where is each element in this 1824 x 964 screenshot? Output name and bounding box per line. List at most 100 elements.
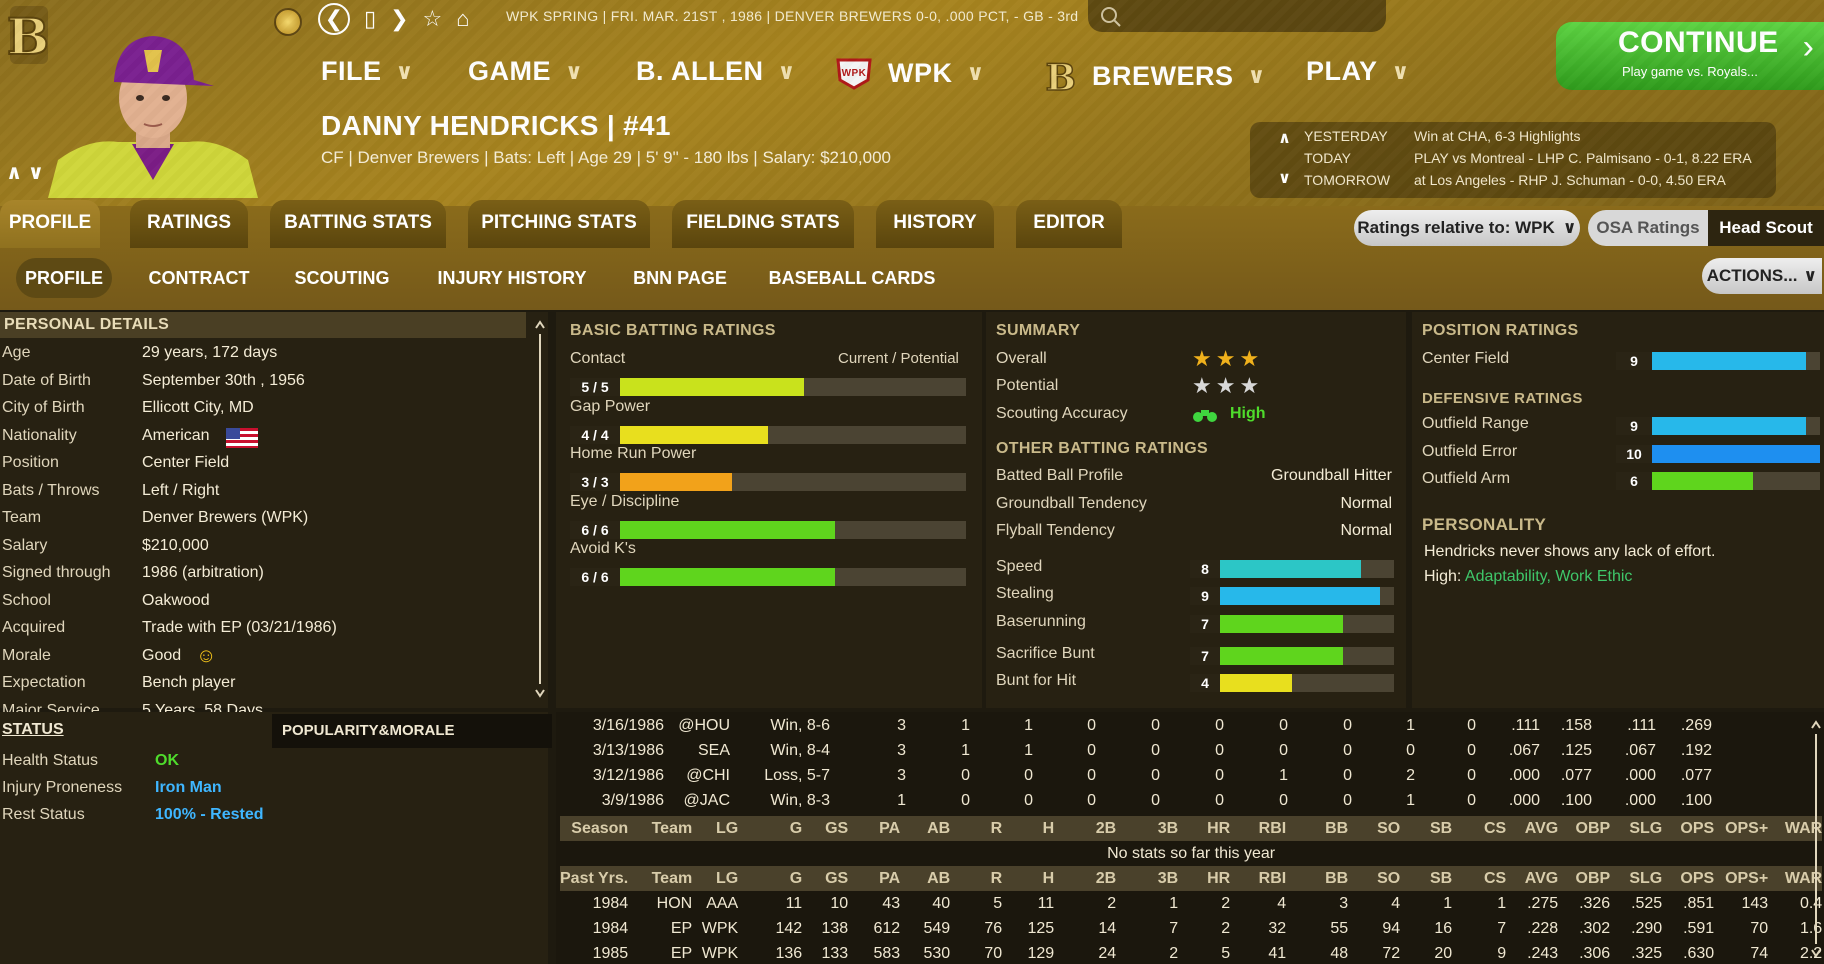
stat-header-cell[interactable]: SB: [1400, 866, 1452, 891]
stat-header-cell[interactable]: RBI: [1230, 866, 1287, 891]
detail-value[interactable]: Denver Brewers (WPK): [142, 509, 308, 527]
game-log-row[interactable]: 3/16/1986 @HOU Win, 8-6 3 1 1 0 0 0 0 0 1 0 .111 .158.…: [560, 713, 1712, 738]
toggle-osa-ratings[interactable]: OSA Ratings: [1588, 210, 1708, 246]
stat-header-cell[interactable]: OBP: [1558, 866, 1611, 891]
stat-header-cell[interactable]: 2B: [1054, 816, 1116, 841]
stat-header-cell[interactable]: OBP: [1558, 816, 1611, 841]
schedule-yesterday[interactable]: YESTERDAY Win at CHA, 6-3 Highlights: [1304, 128, 1581, 144]
detail-value[interactable]: Ellicott City, MD: [142, 399, 254, 417]
subtab-baseball-cards[interactable]: BASEBALL CARDS: [762, 258, 942, 298]
star-icon[interactable]: ☆: [423, 2, 443, 36]
menu-league[interactable]: WPK WPK ∨: [834, 56, 985, 90]
stat-header-cell[interactable]: OPS+: [1714, 866, 1768, 891]
stat-header-cell[interactable]: SLG: [1610, 816, 1662, 841]
stat-header-cell[interactable]: GS: [802, 816, 848, 841]
ratings-source-toggle[interactable]: OSA Ratings Head Scout: [1588, 210, 1824, 246]
bookmark-icon[interactable]: ▯: [364, 2, 376, 36]
tab-profile[interactable]: PROFILE: [0, 200, 100, 248]
game-log-cell: 0: [1279, 741, 1288, 759]
stat-header-cell[interactable]: SO: [1348, 866, 1400, 891]
game-log-row[interactable]: 3/12/1986 @CHI Loss, 5-7 3 0 0 0 0 0 1 0 2 0 .000 .077…: [560, 763, 1712, 788]
stat-header-cell[interactable]: SB: [1400, 816, 1452, 841]
subtab-injury-history[interactable]: INJURY HISTORY: [426, 258, 598, 298]
stat-header-cell[interactable]: SLG: [1610, 866, 1662, 891]
home-icon[interactable]: ⌂: [456, 2, 469, 36]
stat-header-cell[interactable]: OPS: [1662, 866, 1714, 891]
popularity-morale-tab[interactable]: POPULARITY&MORALE: [272, 714, 552, 748]
past-year-row[interactable]: 1984 HON AAA 11 10 43 40 5 11 2 1 2 4 3 4 1 1.275.326.52…: [560, 891, 1823, 916]
stat-header-cell[interactable]: 2B: [1054, 866, 1116, 891]
stat-header-cell[interactable]: SO: [1348, 816, 1400, 841]
personal-scrollbar[interactable]: [534, 318, 546, 702]
tab-batting-stats[interactable]: BATTING STATS: [270, 200, 446, 248]
stat-header-cell[interactable]: BB: [1286, 816, 1348, 841]
stat-header-cell[interactable]: 3B: [1116, 866, 1178, 891]
ratings-relative-dropdown[interactable]: Ratings relative to: WPK ∨: [1354, 210, 1580, 246]
game-log-row[interactable]: 3/13/1986 SEA Win, 8-4 3 1 1 0 0 0 0 0 0 0 .067 .125 .0…: [560, 738, 1712, 763]
stat-header-cell[interactable]: Team: [628, 866, 693, 891]
stat-header-cell[interactable]: 3B: [1116, 816, 1178, 841]
past-year-row[interactable]: 1985 EP WPK 136 133 583 530 70 129 24 2 5 41 48 72 20 9.…: [560, 941, 1823, 964]
personal-detail-row: City of Birth Ellicott City, MD: [0, 395, 526, 422]
stat-header-cell[interactable]: CS: [1452, 866, 1506, 891]
stat-header-cell[interactable]: G: [738, 866, 802, 891]
stat-header-cell[interactable]: OPS: [1662, 816, 1714, 841]
stat-header-cell[interactable]: RBI: [1230, 816, 1287, 841]
tab-editor[interactable]: EDITOR: [1016, 200, 1122, 248]
menu-file[interactable]: FILE ∨: [321, 56, 414, 87]
menu-manager[interactable]: B. ALLEN ∨: [636, 56, 796, 87]
stat-header-cell[interactable]: AB: [900, 866, 950, 891]
stat-header-cell[interactable]: PA: [848, 866, 900, 891]
schedule-today[interactable]: TODAY PLAY vs Montreal - LHP C. Palmisano…: [1304, 150, 1752, 166]
stat-header-cell[interactable]: HR: [1178, 866, 1230, 891]
actions-dropdown[interactable]: ACTIONS... ∨: [1702, 258, 1822, 294]
past-year-row[interactable]: 1984 EP WPK 142 138 612 549 76 125 14 7 2 32 55 94 16 7.…: [560, 916, 1823, 941]
menu-game[interactable]: GAME ∨: [468, 56, 583, 87]
stat-header-cell[interactable]: Season: [560, 816, 628, 841]
stat-header-cell[interactable]: AVG: [1506, 816, 1558, 841]
stat-header-cell[interactable]: Past Yrs.: [560, 866, 628, 891]
chevron-up-icon[interactable]: ∧: [1278, 128, 1291, 148]
stat-header-cell[interactable]: Team: [628, 816, 693, 841]
stat-header-cell[interactable]: PA: [848, 816, 900, 841]
stat-header-cell[interactable]: AB: [900, 816, 950, 841]
prev-next-player-arrows[interactable]: ∧ ∨: [6, 160, 44, 185]
tab-history[interactable]: HISTORY: [876, 200, 994, 248]
stat-header-cell[interactable]: OPS+: [1714, 816, 1768, 841]
search-input[interactable]: [1088, 0, 1386, 32]
stat-header-cell[interactable]: R: [950, 866, 1003, 891]
stat-header-cell[interactable]: HR: [1178, 816, 1230, 841]
detail-label: School: [2, 591, 51, 609]
tab-ratings[interactable]: RATINGS: [130, 200, 248, 248]
stat-header-cell[interactable]: G: [738, 816, 802, 841]
toggle-head-scout[interactable]: Head Scout: [1708, 210, 1824, 246]
stat-header-cell[interactable]: H: [1002, 866, 1055, 891]
chevron-down-icon[interactable]: ∨: [1278, 168, 1291, 188]
tab-pitching-stats[interactable]: PITCHING STATS: [468, 200, 650, 248]
menu-team[interactable]: B BREWERS ∨: [1046, 56, 1266, 96]
back-icon[interactable]: ❮: [318, 3, 350, 35]
batting-rating-label: Gap Power: [570, 397, 651, 415]
stat-header-cell[interactable]: CS: [1452, 816, 1506, 841]
stats-scrollbar[interactable]: [1810, 718, 1822, 962]
subtab-contract[interactable]: CONTRACT: [140, 258, 258, 298]
stat-header-cell[interactable]: GS: [802, 866, 848, 891]
coin-icon[interactable]: [274, 8, 302, 36]
stat-header-cell[interactable]: LG: [692, 816, 738, 841]
past-year-cell: 24: [1098, 944, 1117, 962]
schedule-tomorrow[interactable]: TOMORROW at Los Angeles - RHP J. Schuman …: [1304, 172, 1726, 188]
game-log-row[interactable]: 3/9/1986 @JAC Win, 8-3 1 0 0 0 0 0 0 0 1 0 .000 .100 .0…: [560, 788, 1712, 813]
stat-header-cell[interactable]: LG: [692, 866, 738, 891]
menu-play[interactable]: PLAY ∨: [1306, 56, 1410, 87]
stat-header-cell[interactable]: BB: [1286, 866, 1348, 891]
stat-header-cell[interactable]: R: [950, 816, 1003, 841]
stat-header-cell[interactable]: AVG: [1506, 866, 1558, 891]
personal-detail-row: Signed through 1986 (arbitration): [0, 560, 526, 587]
subtab-bnn-page[interactable]: BNN PAGE: [626, 258, 734, 298]
subtab-scouting[interactable]: SCOUTING: [286, 258, 398, 298]
subtab-profile[interactable]: PROFILE: [16, 258, 112, 298]
forward-icon[interactable]: ❯: [390, 2, 408, 36]
tab-fielding-stats[interactable]: FIELDING STATS: [672, 200, 854, 248]
continue-button[interactable]: CONTINUE Play game vs. Royals... ›: [1556, 22, 1824, 90]
stat-header-cell[interactable]: H: [1002, 816, 1055, 841]
